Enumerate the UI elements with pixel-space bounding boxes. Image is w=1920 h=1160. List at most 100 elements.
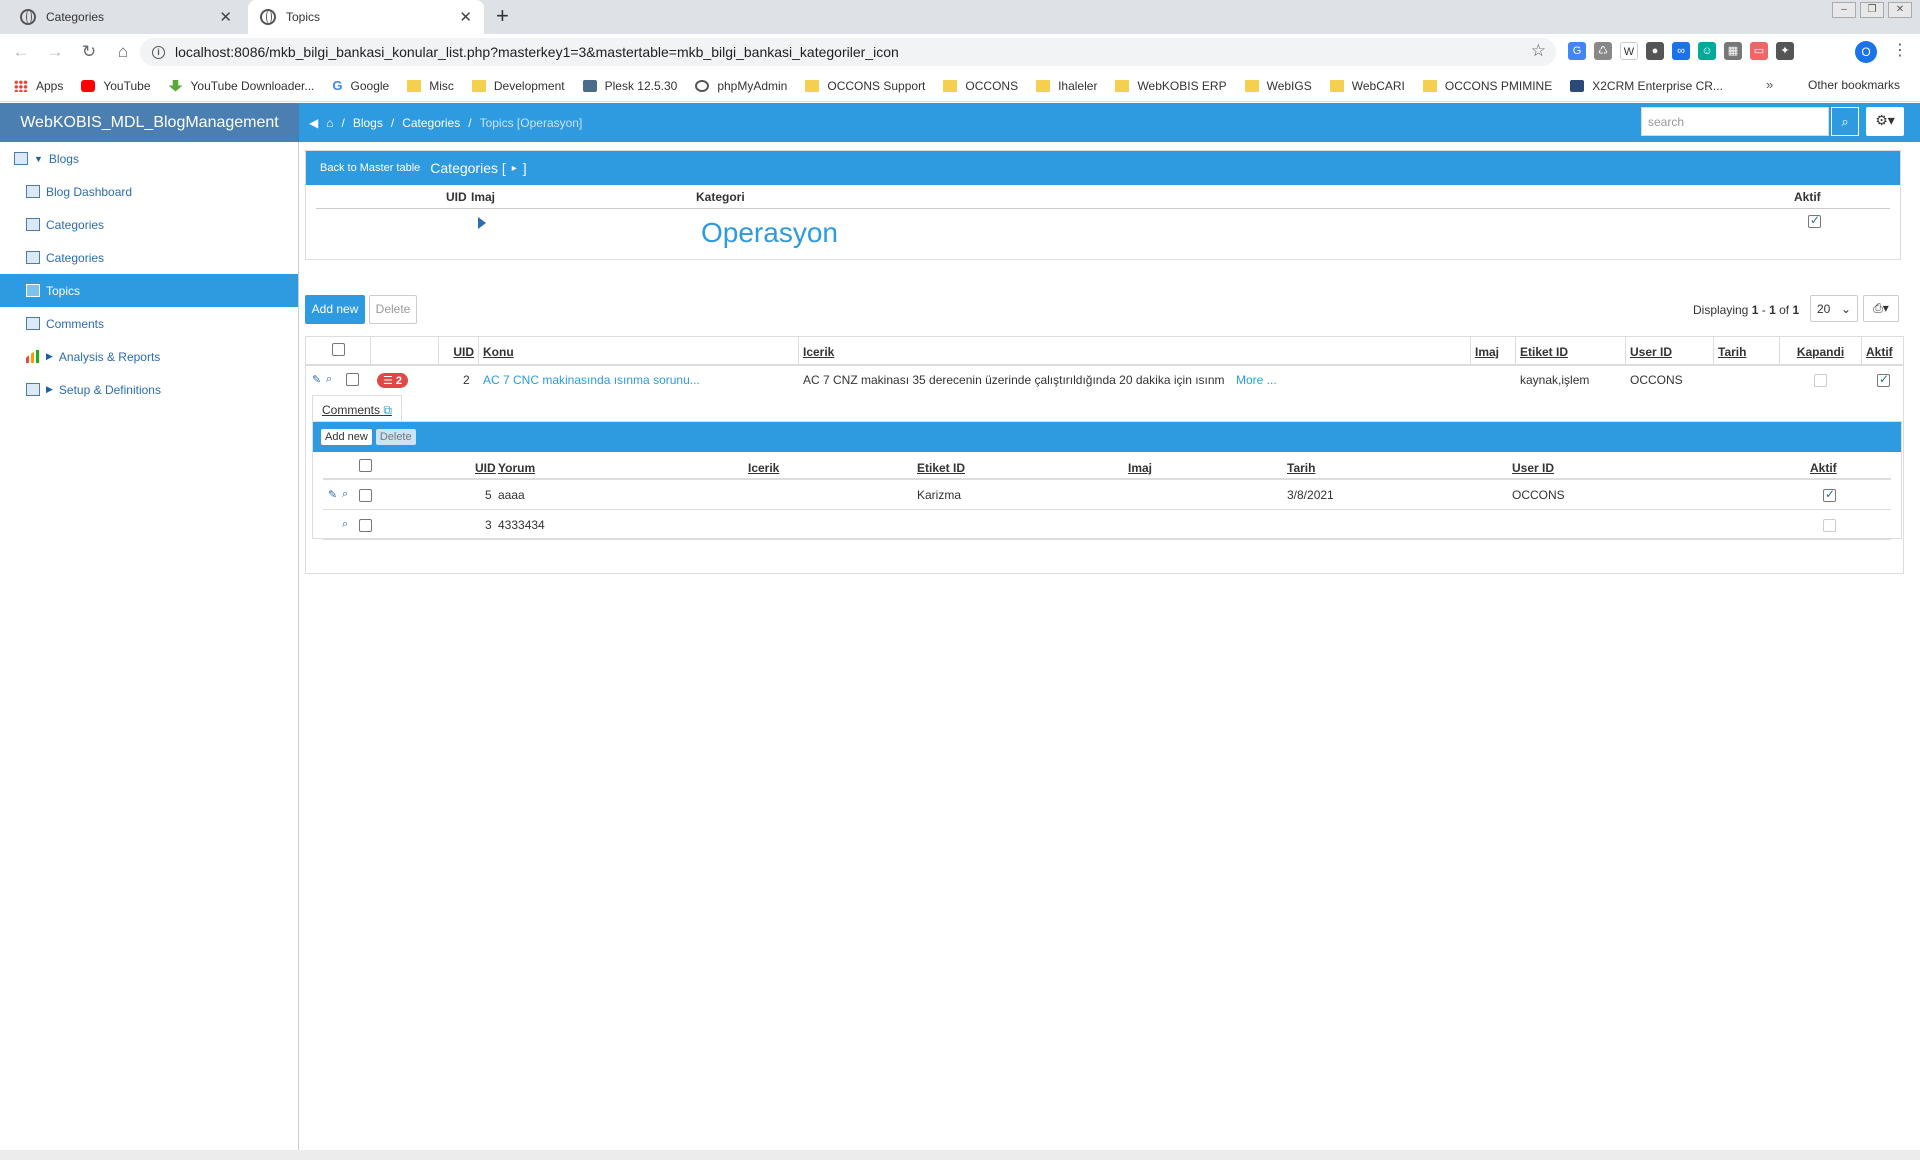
sidebar-item-categories[interactable]: Categories bbox=[0, 208, 298, 241]
add-comment-button[interactable]: Add new bbox=[321, 429, 372, 445]
print-button[interactable]: ⎙▾ bbox=[1863, 295, 1899, 322]
select-all-comments-checkbox[interactable] bbox=[359, 459, 372, 472]
minimize-button[interactable]: – bbox=[1832, 2, 1856, 18]
column-icerik[interactable]: Icerik bbox=[799, 337, 1471, 364]
face-icon[interactable]: ☺ bbox=[1698, 42, 1716, 60]
tab-comments[interactable]: Comments ⧉ bbox=[312, 395, 402, 421]
column-icerik[interactable]: Icerik bbox=[748, 461, 779, 475]
more-bookmarks-icon[interactable]: » bbox=[1766, 77, 1773, 92]
sidebar-item-comments[interactable]: Comments bbox=[0, 307, 298, 340]
recycle-icon[interactable]: ♺ bbox=[1594, 42, 1612, 60]
close-icon[interactable]: ✕ bbox=[459, 8, 472, 26]
bookmark-occons-pmimine[interactable]: OCCONS PMIMINE bbox=[1422, 79, 1552, 93]
puzzle-icon[interactable]: ✦ bbox=[1776, 42, 1794, 60]
restore-button[interactable]: ❐ bbox=[1860, 2, 1884, 18]
column-etiket-id[interactable]: Etiket ID bbox=[1516, 337, 1626, 364]
menu-dots-icon[interactable]: ⋮ bbox=[1892, 40, 1908, 60]
address-bar[interactable]: i localhost:8086/mkb_bilgi_bankasi_konul… bbox=[140, 38, 1556, 66]
bookmark-phpmyadmin[interactable]: phpMyAdmin bbox=[695, 79, 787, 93]
bookmark-plesk[interactable]: Plesk 12.5.30 bbox=[582, 79, 677, 93]
more-link[interactable]: More ... bbox=[1236, 373, 1277, 387]
view-search-icon[interactable]: ⌕ bbox=[342, 518, 348, 531]
new-tab-button[interactable]: + bbox=[496, 3, 509, 29]
bookmark-webigs[interactable]: WebIGS bbox=[1244, 79, 1312, 93]
edit-pencil-icon[interactable]: ✎ bbox=[328, 488, 337, 501]
close-icon[interactable]: ✕ bbox=[219, 8, 232, 26]
sidebar-item-blog-dashboard[interactable]: Blog Dashboard bbox=[0, 175, 298, 208]
column-uid[interactable]: UID bbox=[439, 337, 479, 364]
map-pin-icon[interactable]: ● bbox=[1646, 42, 1664, 60]
bookmark-webkobis-erp[interactable]: WebKOBIS ERP bbox=[1115, 79, 1227, 93]
browser-tab-topics[interactable]: Topics ✕ bbox=[248, 0, 484, 34]
sidebar-item-topics[interactable]: Topics bbox=[0, 274, 298, 307]
external-link-icon[interactable]: ⧉ bbox=[383, 403, 392, 417]
back-arrow-icon[interactable]: ← bbox=[8, 42, 34, 62]
column-yorum[interactable]: Yorum bbox=[498, 461, 535, 475]
column-konu[interactable]: Konu bbox=[479, 337, 799, 364]
settings-button[interactable]: ⚙▾ bbox=[1866, 107, 1904, 136]
play-icon[interactable] bbox=[478, 217, 486, 229]
search-input[interactable]: search bbox=[1641, 107, 1829, 136]
translate-icon[interactable]: G bbox=[1568, 42, 1586, 60]
select-all-checkbox[interactable] bbox=[331, 343, 345, 356]
sidebar-item-blogs[interactable]: ▼ Blogs bbox=[0, 142, 298, 175]
sidebar-item-analysis[interactable]: ▶ Analysis & Reports bbox=[0, 340, 298, 373]
bookmark-star-icon[interactable]: ☆ bbox=[1531, 41, 1546, 61]
bookmark-youtube[interactable]: YouTube bbox=[81, 79, 151, 93]
wikipedia-icon[interactable]: W bbox=[1620, 42, 1638, 60]
konu-link[interactable]: AC 7 CNC makinasında ısınma sorunu... bbox=[483, 373, 700, 387]
comments-count-badge[interactable]: ☰ 2 bbox=[377, 373, 409, 388]
column-user-id[interactable]: User ID bbox=[1512, 461, 1554, 475]
bookmark-other[interactable]: Other bookmarks bbox=[1800, 78, 1900, 92]
column-tarih[interactable]: Tarih bbox=[1714, 337, 1780, 364]
sidebar-item-setup[interactable]: ▶ Setup & Definitions bbox=[0, 373, 298, 406]
info-icon[interactable]: i bbox=[152, 45, 165, 59]
breadcrumb-categories[interactable]: Categories bbox=[402, 116, 460, 130]
bookmark-google[interactable]: G Google bbox=[332, 78, 389, 93]
infinity-icon[interactable]: ∞ bbox=[1672, 42, 1690, 60]
close-window-button[interactable]: ✕ bbox=[1888, 2, 1912, 18]
view-search-icon[interactable]: ⌕ bbox=[326, 373, 332, 386]
app-brand[interactable]: WebKOBIS_MDL_BlogManagement bbox=[0, 103, 299, 142]
column-imaj[interactable]: Imaj bbox=[1128, 461, 1152, 475]
delete-comment-button[interactable]: Delete bbox=[375, 429, 416, 445]
row-checkbox[interactable] bbox=[359, 489, 372, 502]
back-to-master-link[interactable]: Back to Master table bbox=[320, 162, 420, 174]
bookmark-development[interactable]: Development bbox=[471, 79, 565, 93]
bookmark-misc[interactable]: Misc bbox=[407, 79, 454, 93]
bookmark-webcari[interactable]: WebCARI bbox=[1329, 79, 1405, 93]
edit-pencil-icon[interactable]: ✎ bbox=[312, 373, 321, 386]
chevron-left-icon[interactable]: ◀ bbox=[309, 116, 318, 130]
bookmark-occons[interactable]: OCCONS bbox=[943, 79, 1018, 93]
sidebar-item-categories-list[interactable]: Categories bbox=[0, 241, 298, 274]
column-etiket-id[interactable]: Etiket ID bbox=[917, 461, 965, 475]
forward-arrow-icon[interactable]: → bbox=[42, 42, 68, 62]
bookmark-apps[interactable]: Apps bbox=[14, 79, 63, 93]
tag-icon[interactable]: ▭ bbox=[1750, 42, 1768, 60]
row-checkbox[interactable] bbox=[346, 373, 359, 386]
column-kapandi[interactable]: Kapandi bbox=[1780, 337, 1862, 364]
home-icon[interactable]: ⌂ bbox=[326, 116, 333, 130]
column-tarih[interactable]: Tarih bbox=[1287, 461, 1315, 475]
column-aktif[interactable]: Aktif bbox=[1862, 337, 1905, 364]
bookmark-occons-support[interactable]: OCCONS Support bbox=[805, 79, 925, 93]
search-button[interactable]: ⌕ bbox=[1831, 107, 1859, 136]
profile-avatar[interactable]: O bbox=[1855, 41, 1877, 63]
view-search-icon[interactable]: ⌕ bbox=[342, 488, 348, 501]
home-icon[interactable]: ⌂ bbox=[110, 42, 136, 62]
grid-icon[interactable]: ▦ bbox=[1724, 42, 1742, 60]
add-new-button[interactable]: Add new bbox=[305, 295, 365, 324]
browser-tab-categories[interactable]: Categories ✕ bbox=[8, 0, 244, 34]
breadcrumb-blogs[interactable]: Blogs bbox=[353, 116, 383, 130]
bookmark-youtube-downloader[interactable]: YouTube Downloader... bbox=[168, 79, 314, 93]
row-checkbox[interactable] bbox=[359, 519, 372, 532]
delete-button[interactable]: Delete bbox=[369, 295, 417, 324]
bookmark-ihaleler[interactable]: Ihaleler bbox=[1036, 79, 1097, 93]
column-user-id[interactable]: User ID bbox=[1626, 337, 1714, 364]
column-uid[interactable]: UID bbox=[475, 461, 496, 475]
page-size-select[interactable]: 20 ⌄ bbox=[1810, 295, 1858, 322]
bookmark-x2crm[interactable]: X2CRM Enterprise CR... bbox=[1570, 79, 1723, 93]
column-aktif[interactable]: Aktif bbox=[1810, 461, 1837, 475]
reload-icon[interactable]: ↻ bbox=[76, 42, 102, 62]
column-imaj[interactable]: Imaj bbox=[1471, 337, 1516, 364]
